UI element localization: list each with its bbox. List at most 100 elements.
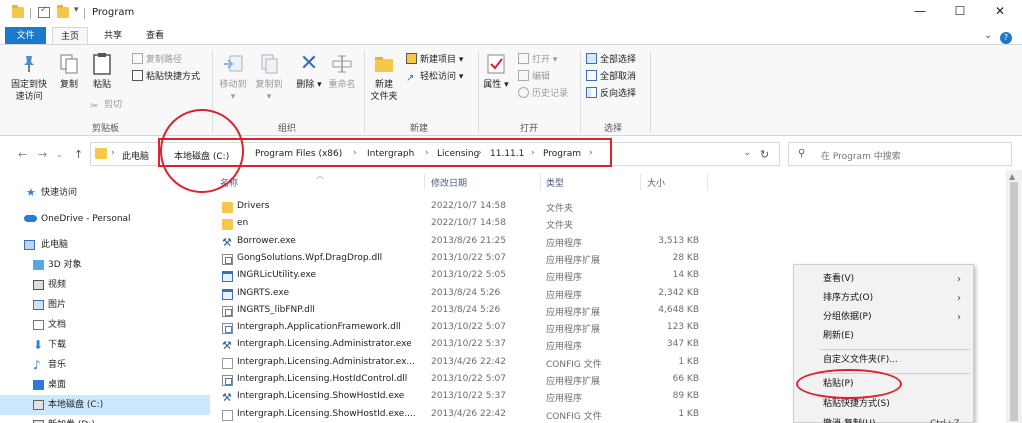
- copy-to-button[interactable]: 复制到 ▾: [252, 51, 286, 103]
- annotation-box-address-path: [158, 138, 612, 167]
- menu-item-paste-shortcut[interactable]: 粘贴快捷方式(S): [794, 395, 973, 414]
- file-row[interactable]: Drivers 2022/10/7 14:58 文件夹: [210, 199, 800, 216]
- collapse-ribbon-icon[interactable]: ⌄: [984, 30, 992, 41]
- tab-view[interactable]: 查看: [138, 27, 172, 45]
- file-size: 4,648 KB: [658, 304, 699, 315]
- nav-item-onedrive[interactable]: OneDrive - Personal: [0, 209, 210, 229]
- column-header-type[interactable]: 类型: [546, 176, 564, 189]
- dll-file-icon: [222, 375, 233, 386]
- menu-separator: [820, 349, 970, 350]
- nav-item-music[interactable]: ♪ 音乐: [0, 355, 210, 375]
- select-all-button[interactable]: 全部选择: [586, 53, 636, 68]
- menu-item-sort-by[interactable]: 排序方式(O) ›: [794, 289, 973, 308]
- minimize-button[interactable]: —: [910, 4, 930, 18]
- file-row[interactable]: ⚒ Intergraph.Licensing.Administrator.exe 2…: [210, 337, 800, 354]
- file-size: 89 KB: [672, 391, 699, 402]
- nav-label: 此电脑: [41, 240, 69, 250]
- vertical-scrollbar[interactable]: ▲: [1006, 170, 1022, 423]
- new-folder-quick-icon[interactable]: [57, 5, 69, 18]
- column-header-modified[interactable]: 修改日期: [431, 176, 467, 189]
- file-row[interactable]: Intergraph.Licensing.ShowHostId.exe.... 2…: [210, 407, 800, 423]
- scroll-up-icon[interactable]: ▲: [1009, 172, 1015, 181]
- folder-icon: [222, 219, 233, 231]
- menu-item-group-by[interactable]: 分组依据(P) ›: [794, 308, 973, 327]
- properties-quick-icon[interactable]: [38, 5, 50, 18]
- breadcrumb-this-pc[interactable]: 此电脑: [122, 149, 149, 162]
- pin-quick-access-button[interactable]: 固定到快 速访问: [6, 51, 52, 103]
- new-item-button[interactable]: 新建项目 ▾: [406, 53, 463, 68]
- tab-file[interactable]: 文件: [5, 27, 46, 45]
- tab-home[interactable]: 主页: [52, 27, 89, 45]
- column-header-size[interactable]: 大小: [647, 176, 665, 189]
- file-row[interactable]: INGRTS_libFNP.dll 2013/8/24 5:26 应用程序扩展 4,6…: [210, 303, 800, 320]
- file-row[interactable]: ⚒ Intergraph.Licensing.ShowHostId.exe 2013…: [210, 389, 800, 406]
- forward-icon[interactable]: →: [38, 148, 47, 161]
- nav-item-downloads[interactable]: ⬇ 下载: [0, 335, 210, 355]
- file-row[interactable]: Intergraph.Licensing.HostIdControl.dll 20…: [210, 372, 800, 389]
- nav-item-3d-objects[interactable]: 3D 对象: [0, 255, 210, 275]
- menu-label: 刷新(E): [823, 331, 854, 341]
- move-to-button[interactable]: 移动到 ▾: [216, 51, 250, 103]
- maximize-button[interactable]: ☐: [950, 4, 970, 18]
- back-icon[interactable]: ←: [18, 148, 27, 161]
- new-folder-button[interactable]: 新建 文件夹: [368, 51, 400, 103]
- nav-item-pictures[interactable]: 图片: [0, 295, 210, 315]
- menu-item-undo[interactable]: 撤消 复制(U) Ctrl+Z: [794, 415, 973, 423]
- rename-button[interactable]: 重命名: [326, 51, 358, 91]
- move-to-text: 移动到: [219, 80, 247, 90]
- easy-access-button[interactable]: ↗ 轻松访问 ▾: [406, 70, 463, 85]
- select-none-button[interactable]: 全部取消: [586, 70, 636, 85]
- address-dropdown-icon[interactable]: ⌄: [743, 148, 751, 158]
- recent-locations-icon[interactable]: ⌄: [56, 150, 63, 159]
- edit-icon: [518, 70, 529, 81]
- ribbon-tab-bar: 文件 主页 共享 查看 ⌄ ?: [0, 27, 1022, 45]
- nav-item-this-pc[interactable]: 此电脑: [0, 235, 210, 255]
- search-box[interactable]: ⚲ 在 Program 中搜索: [788, 142, 1012, 166]
- nav-item-documents[interactable]: 文档: [0, 315, 210, 335]
- file-row[interactable]: Intergraph.ApplicationFramework.dll 2013/…: [210, 320, 800, 337]
- file-row[interactable]: GongSolutions.Wpf.DragDrop.dll 2013/10/22…: [210, 251, 800, 268]
- nav-item-videos[interactable]: 视频: [0, 275, 210, 295]
- customize-quick-access-icon[interactable]: ▾: [74, 5, 79, 15]
- paste-button[interactable]: 粘贴: [89, 51, 115, 91]
- edit-button[interactable]: 编辑: [518, 70, 550, 85]
- copy-button[interactable]: 复制: [56, 51, 82, 91]
- nav-item-desktop[interactable]: 桌面: [0, 375, 210, 395]
- file-modified: 2022/10/7 14:58: [431, 218, 506, 229]
- properties-button[interactable]: 属性 ▾: [482, 51, 510, 91]
- new-item-label: 新建项目: [420, 55, 457, 65]
- copy-path-button[interactable]: 复制路径: [132, 53, 182, 68]
- menu-item-customize-folder[interactable]: 自定义文件夹(F)...: [794, 351, 973, 370]
- copy-path-label: 复制路径: [146, 55, 183, 65]
- up-icon[interactable]: ↑: [74, 148, 83, 161]
- nav-item-new-volume[interactable]: 新加卷 (D:): [0, 415, 210, 423]
- refresh-icon[interactable]: ↻: [760, 148, 769, 161]
- open-button[interactable]: 打开 ▾: [518, 53, 557, 68]
- file-row[interactable]: Intergraph.Licensing.Administrator.ex...…: [210, 355, 800, 372]
- properties-text: 属性: [483, 80, 502, 90]
- copy-to-text: 复制到: [255, 80, 283, 90]
- file-row[interactable]: ⚒ Borrower.exe 2013/8/26 21:25 应用程序 3,513 KB: [210, 234, 800, 251]
- history-button[interactable]: 历史记录: [518, 87, 568, 102]
- menu-shortcut: Ctrl+Z: [930, 415, 960, 423]
- file-size: 1 KB: [678, 408, 699, 419]
- close-button[interactable]: ✕: [990, 4, 1010, 18]
- cut-label: 剪切: [104, 100, 123, 110]
- file-modified: 2013/4/26 22:42: [431, 356, 506, 367]
- paste-label: 粘贴: [92, 80, 111, 90]
- paste-shortcut-button[interactable]: 粘贴快捷方式: [132, 70, 200, 85]
- delete-button[interactable]: ✕ 删除 ▾: [296, 51, 322, 91]
- invert-selection-button[interactable]: 反向选择: [586, 87, 636, 102]
- file-row[interactable]: INGRLicUtility.exe 2013/10/22 5:05 应用程序 14 …: [210, 268, 800, 285]
- divider: [540, 174, 541, 190]
- file-row[interactable]: en 2022/10/7 14:58 文件夹: [210, 216, 800, 233]
- cut-button[interactable]: ✂ 剪切: [90, 98, 122, 113]
- help-icon[interactable]: ?: [1000, 32, 1012, 44]
- nav-item-local-disk[interactable]: 本地磁盘 (C:): [0, 395, 210, 415]
- file-size: 2,342 KB: [658, 287, 699, 298]
- menu-item-view[interactable]: 查看(V) ›: [794, 270, 973, 289]
- scrollbar-thumb[interactable]: [1010, 182, 1018, 421]
- file-row[interactable]: INGRTS.exe 2013/8/24 5:26 应用程序 2,342 KB: [210, 286, 800, 303]
- menu-item-refresh[interactable]: 刷新(E): [794, 327, 973, 346]
- tab-share[interactable]: 共享: [96, 27, 130, 45]
